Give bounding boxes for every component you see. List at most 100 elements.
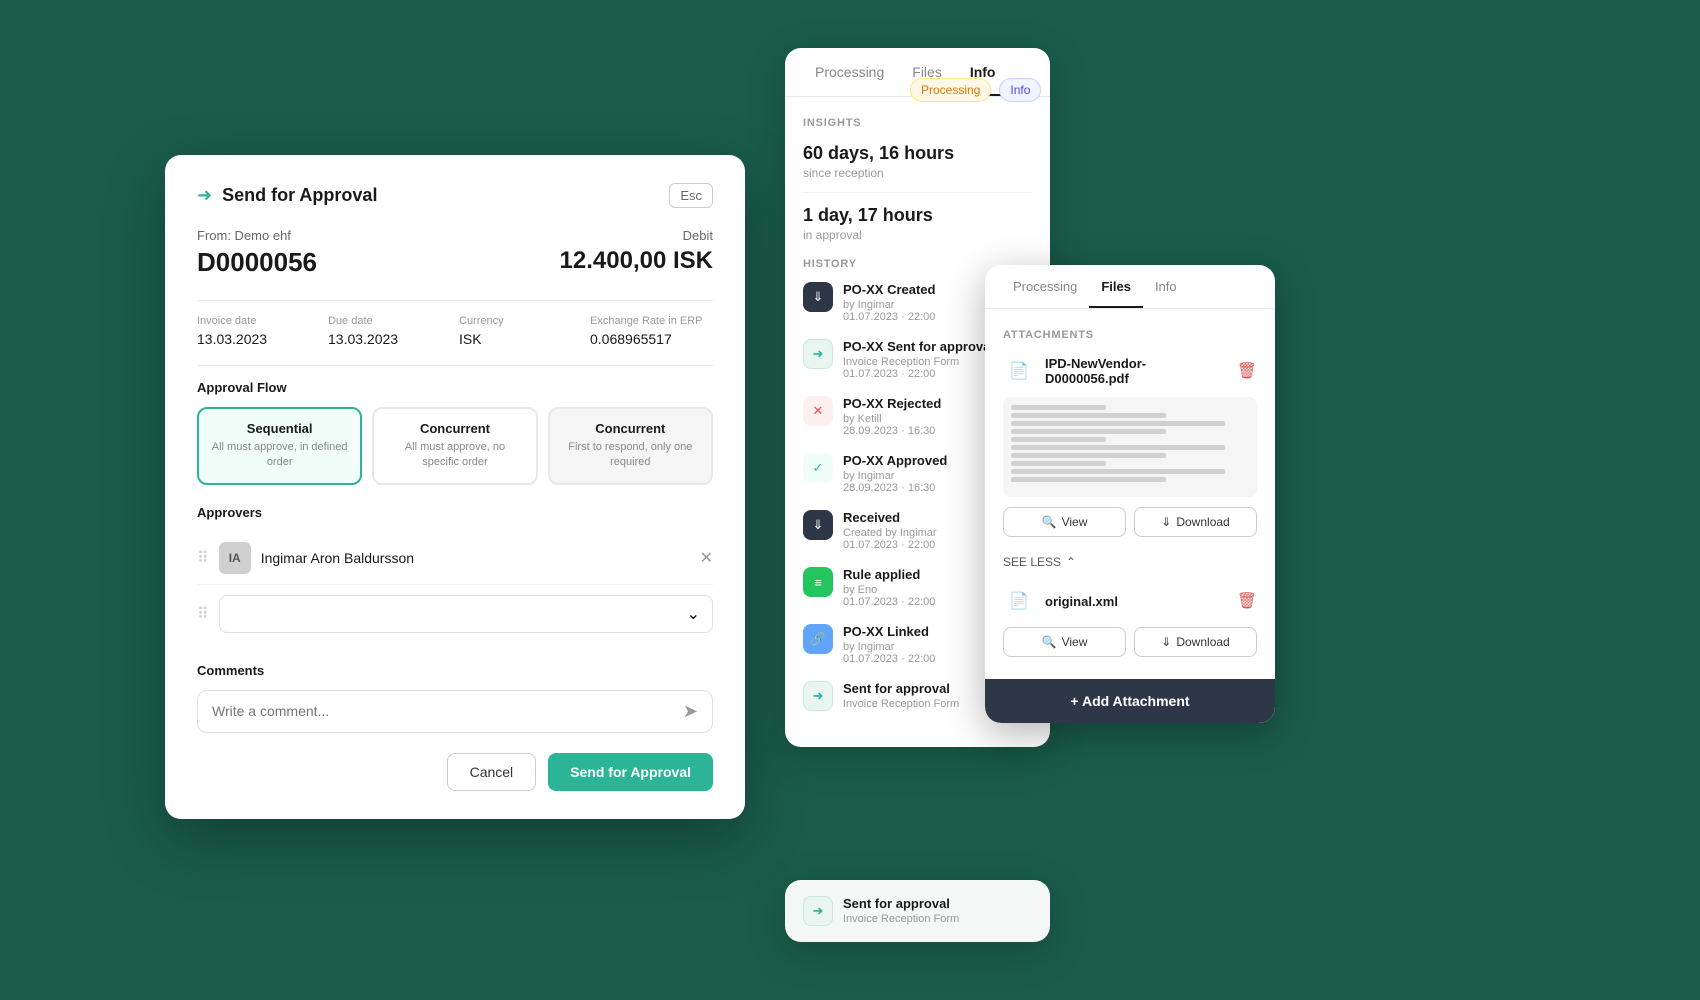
preview-line-5 <box>1011 437 1106 442</box>
due-date-value: 13.03.2023 <box>328 331 451 347</box>
divider-1 <box>197 300 713 301</box>
flow-option-concurrent-2-desc: First to respond, only one required <box>562 440 699 471</box>
bottom-history-text: Sent for approval Invoice Reception Form <box>843 896 959 925</box>
comment-input[interactable] <box>212 703 683 719</box>
insight-reception: 60 days, 16 hours since reception <box>803 143 1032 180</box>
invoice-id: D0000056 <box>197 247 317 278</box>
bottom-send-icon: ➜ <box>803 896 833 926</box>
preview-line-7 <box>1011 453 1166 458</box>
approver-dropdown[interactable]: ⌄ <box>219 595 713 633</box>
insight-divider <box>803 192 1032 193</box>
flow-option-concurrent-1-title: Concurrent <box>386 421 523 436</box>
invoice-details: Invoice date 13.03.2023 Due date 13.03.2… <box>197 315 713 347</box>
history-icon-reject: ✕ <box>803 396 833 426</box>
xml-view-icon: 🔍 <box>1042 635 1057 649</box>
xml-download-button[interactable]: ⇓ Download <box>1134 627 1257 657</box>
info-badge: Info <box>999 78 1041 102</box>
history-icon-send2: ➜ <box>803 681 833 711</box>
currency-label: Currency <box>459 315 582 327</box>
panel-files: Processing Files Info ATTACHMENTS 📄 IPD-… <box>985 265 1275 723</box>
flow-option-concurrent-2-title: Concurrent <box>562 421 699 436</box>
pdf-delete-button[interactable]: 🗑 <box>1237 361 1257 381</box>
preview-line-3 <box>1011 421 1225 426</box>
panel2-tab-info[interactable]: Info <box>1143 265 1189 308</box>
due-date-item: Due date 13.03.2023 <box>328 315 451 347</box>
history-icon-approve: ✓ <box>803 453 833 483</box>
xml-download-icon: ⇓ <box>1161 635 1171 649</box>
attachments-label: ATTACHMENTS <box>1003 329 1257 341</box>
debit-label: Debit <box>560 228 713 243</box>
flow-option-sequential-desc: All must approve, in defined order <box>211 440 348 471</box>
flow-option-concurrent-2[interactable]: Concurrent First to respond, only one re… <box>548 407 713 485</box>
modal-title-area: ➜ Send for Approval <box>197 185 377 206</box>
attachment-pdf-header: 📄 IPD-NewVendor-D0000056.pdf 🗑 <box>1003 355 1257 387</box>
approver-avatar: IA <box>219 542 251 574</box>
pdf-file-icon: 📄 <box>1003 355 1035 387</box>
exchange-value: 0.068965517 <box>590 331 713 347</box>
preview-line-1 <box>1011 405 1106 410</box>
insights-label: INSIGHTS <box>803 117 1032 129</box>
comments-section: Comments ➤ <box>197 663 713 733</box>
flow-option-sequential[interactable]: Sequential All must approve, in defined … <box>197 407 362 485</box>
add-attachment-button[interactable]: + Add Attachment <box>985 679 1275 723</box>
tab-processing[interactable]: Processing <box>801 48 898 96</box>
see-less-button[interactable]: SEE LESS ⌃ <box>1003 551 1076 581</box>
preview-line-8 <box>1011 461 1106 466</box>
drag-handle-icon[interactable]: ⠿ <box>197 548 209 568</box>
history-icon-send: ➜ <box>803 339 833 369</box>
bottom-history-item: ➜ Sent for approval Invoice Reception Fo… <box>803 896 1032 926</box>
pdf-view-button[interactable]: 🔍 View <box>1003 507 1126 537</box>
panel2-tab-files[interactable]: Files <box>1089 265 1143 308</box>
currency-item: Currency ISK <box>459 315 582 347</box>
approver-remove-button[interactable]: ✕ <box>700 548 713 568</box>
panel2-content: ATTACHMENTS 📄 IPD-NewVendor-D0000056.pdf… <box>985 309 1275 679</box>
drag-handle-2-icon[interactable]: ⠿ <box>197 604 209 624</box>
invoice-date-value: 13.03.2023 <box>197 331 320 347</box>
approval-flow-label: Approval Flow <box>197 380 713 395</box>
esc-button[interactable]: Esc <box>669 183 713 208</box>
panel-bottom: ➜ Sent for approval Invoice Reception Fo… <box>785 880 1050 942</box>
flow-option-concurrent-1[interactable]: Concurrent All must approve, no specific… <box>372 407 537 485</box>
send-icon: ➜ <box>197 185 212 206</box>
xml-actions: 🔍 View ⇓ Download <box>1003 627 1257 657</box>
approver-name: Ingimar Aron Baldursson <box>261 550 690 566</box>
pdf-download-button[interactable]: ⇓ Download <box>1134 507 1257 537</box>
flow-option-concurrent-1-desc: All must approve, no specific order <box>386 440 523 471</box>
exchange-item: Exchange Rate in ERP 0.068965517 <box>590 315 713 347</box>
pdf-download-label: Download <box>1176 515 1229 529</box>
approvers-label: Approvers <box>197 505 713 520</box>
xml-download-label: Download <box>1176 635 1229 649</box>
xml-view-button[interactable]: 🔍 View <box>1003 627 1126 657</box>
download-icon: ⇓ <box>1161 515 1171 529</box>
comments-label: Comments <box>197 663 713 678</box>
insight-approval-value: 1 day, 17 hours <box>803 205 1032 226</box>
send-approval-button[interactable]: Send for Approval <box>548 753 713 791</box>
approval-flow-options: Sequential All must approve, in defined … <box>197 407 713 485</box>
insight-reception-value: 60 days, 16 hours <box>803 143 1032 164</box>
invoice-date-label: Invoice date <box>197 315 320 327</box>
panel2-tabs: Processing Files Info <box>985 265 1275 309</box>
exchange-label: Exchange Rate in ERP <box>590 315 713 327</box>
preview-lines <box>1003 397 1257 490</box>
modal-header: ➜ Send for Approval Esc <box>197 183 713 208</box>
comment-input-wrap: ➤ <box>197 690 713 733</box>
panel2-tab-processing[interactable]: Processing <box>1001 265 1089 308</box>
modal-title: Send for Approval <box>222 185 377 206</box>
pdf-view-label: View <box>1062 515 1088 529</box>
approvers-section: Approvers ⠿ IA Ingimar Aron Baldursson ✕… <box>197 505 713 643</box>
send-for-approval-modal: ➜ Send for Approval Esc From: Demo ehf D… <box>165 155 745 819</box>
flow-option-sequential-title: Sequential <box>211 421 348 436</box>
attachment-xml-header: 📄 original.xml 🗑 <box>1003 585 1257 617</box>
approver-row: ⠿ IA Ingimar Aron Baldursson ✕ <box>197 532 713 585</box>
dropdown-chevron-icon: ⌄ <box>687 604 700 624</box>
cancel-button[interactable]: Cancel <box>447 753 537 791</box>
send-comment-button[interactable]: ➤ <box>683 701 698 722</box>
currency-value: ISK <box>459 331 582 347</box>
divider-2 <box>197 365 713 366</box>
attachment-pdf: 📄 IPD-NewVendor-D0000056.pdf 🗑 <box>1003 355 1257 537</box>
preview-line-9 <box>1011 469 1225 474</box>
xml-delete-button[interactable]: 🗑 <box>1237 591 1257 611</box>
insight-approval-sub: in approval <box>803 228 1032 242</box>
insight-reception-sub: since reception <box>803 166 1032 180</box>
pdf-filename: IPD-NewVendor-D0000056.pdf <box>1045 356 1227 386</box>
